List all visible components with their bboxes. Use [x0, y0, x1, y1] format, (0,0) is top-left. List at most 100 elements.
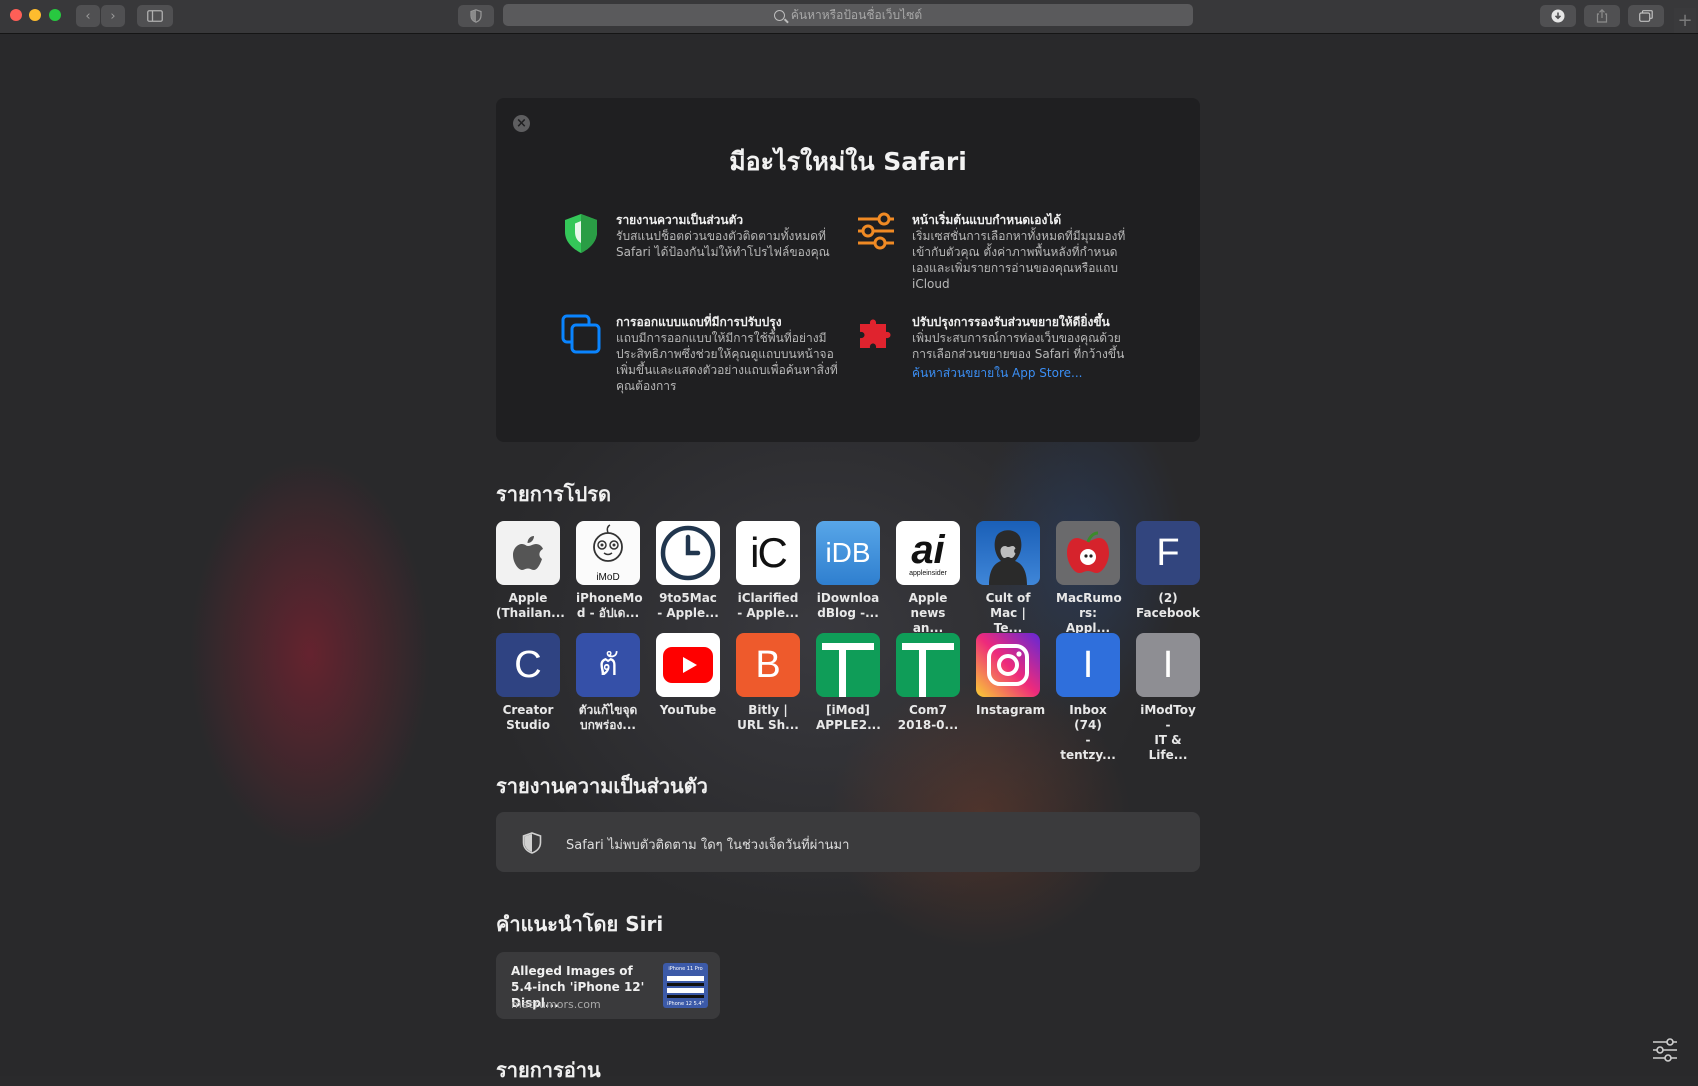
share-icon	[1596, 9, 1608, 23]
feature-body: เริ่มเซสชั่นการเลือกหาทั้งหมดที่มีมุมมอง…	[912, 229, 1126, 291]
favorite-tile	[816, 633, 880, 697]
favorite-tile: iDB	[816, 521, 880, 585]
minimize-window-button[interactable]	[29, 9, 41, 21]
favorite-item[interactable]: Com7 2018-0...	[896, 633, 960, 733]
favorite-item[interactable]: ai appleinsider Apple news an...	[896, 521, 960, 636]
svg-text:iMoD: iMoD	[596, 572, 619, 583]
youtube-logo-icon	[663, 647, 713, 683]
tabs-icon	[561, 314, 601, 354]
favorite-item[interactable]: IiModToy - IT & Life...	[1136, 633, 1200, 763]
appleinsider-wordmark: appleinsider	[909, 569, 947, 577]
sheets-icon	[822, 643, 874, 697]
close-icon: ×	[516, 116, 527, 131]
favorite-item[interactable]: Apple (Thailan...	[496, 521, 565, 621]
thumb-caption-bottom: iPhone 12 5.4"	[667, 1001, 704, 1007]
feature-heading: หน้าเริ่มต้นแบบกำหนดเองได้	[912, 213, 1062, 227]
favorite-label: iModToy - IT & Life...	[1140, 703, 1196, 762]
favorite-item[interactable]: B Bitly | URL Sh...	[736, 633, 800, 733]
favorite-label: iPhoneMo d - อัปเด...	[576, 591, 643, 620]
idb-logo-icon: iDB	[825, 537, 871, 568]
favorite-item[interactable]: iDB iDownloa dBlog -...	[816, 521, 880, 621]
instagram-logo-icon	[987, 644, 1029, 686]
feature-privacy-report: รายงานความเป็นส่วนตัว รับสแนปช็อตด่วนของ…	[565, 212, 856, 260]
customize-start-page-icon[interactable]	[1652, 1038, 1678, 1062]
sidebar-button[interactable]	[137, 5, 173, 27]
close-card-button[interactable]: ×	[513, 115, 530, 132]
favorite-item[interactable]: YouTube	[656, 633, 720, 718]
back-button[interactable]: ‹	[76, 5, 100, 27]
favorite-label: iClarified - Apple...	[737, 591, 799, 620]
address-bar[interactable]: ค้นหาหรือป้อนชื่อเว็บไซต์	[503, 4, 1193, 26]
search-icon	[773, 9, 785, 21]
reading-list-heading: รายการอ่าน	[496, 1058, 601, 1082]
thumb-caption-top: iPhone 11 Pro	[668, 966, 703, 972]
favorite-item[interactable]: iMoD iPhoneMo d - อัปเด...	[576, 521, 643, 621]
favorite-item[interactable]: 9to5Mac - Apple...	[656, 521, 720, 621]
zoom-window-button[interactable]	[49, 9, 61, 21]
privacy-report-button[interactable]	[458, 5, 494, 27]
feature-extensions: ปรับปรุงการรองรับส่วนขยายให้ดียิ่งขึ้น เ…	[860, 314, 1134, 381]
feature-body: เพิ่มประสบการณ์การท่องเว็บของคุณด้วยการเ…	[912, 331, 1125, 361]
favorite-tile: iC	[736, 521, 800, 585]
privacy-report-heading: รายงานความเป็นส่วนตัว	[496, 774, 708, 798]
favorite-label: MacRumo rs: Appl...	[1056, 591, 1122, 635]
feature-tab-design: การออกแบบแถบที่มีการปรับปรุง แถบมีการออก…	[561, 314, 842, 394]
letter-thai-icon: ตั	[598, 648, 618, 682]
clock-icon	[660, 525, 716, 581]
suggestion-url: macrumors.com	[511, 998, 601, 1011]
favorite-tile: iMoD	[576, 521, 640, 585]
tabs-overview-button[interactable]	[1628, 5, 1664, 27]
toolbar: ‹ › ค้นหาหรือป้อนชื่อเว็บไซต์ +	[0, 0, 1698, 34]
app-store-extensions-link[interactable]: ค้นหาส่วนขยายใน App Store...	[912, 366, 1082, 380]
favorite-item[interactable]: I Inbox (74) - tentzy...	[1056, 633, 1120, 763]
letter-f-icon: F	[1156, 531, 1180, 574]
favorite-item[interactable]: MacRumo rs: Appl...	[1056, 521, 1122, 636]
favorite-label: Cult of Mac | Te...	[985, 591, 1031, 635]
favorite-tile	[656, 633, 720, 697]
favorite-item[interactable]: iC iClarified - Apple...	[736, 521, 800, 621]
privacy-report-text: Safari ไม่พบตัวติดตาม ใดๆ ในช่วงเจ็ดวันท…	[566, 838, 850, 853]
favorite-item[interactable]: C Creator Studio	[496, 633, 560, 733]
favorite-item[interactable]: Cult of Mac | Te...	[976, 521, 1040, 636]
sheets-icon	[902, 643, 954, 697]
close-window-button[interactable]	[10, 9, 22, 21]
macrumors-logo-icon	[1067, 531, 1109, 573]
favorite-label: (2) Facebook	[1136, 591, 1200, 620]
favorite-tile: I	[1056, 633, 1120, 697]
favorite-tile: ai appleinsider	[896, 521, 960, 585]
privacy-shield-icon	[470, 9, 482, 23]
forward-icon: ›	[110, 8, 116, 24]
favorite-item[interactable]: ตั ตัวแก้ไขจุด บกพร่อง...	[576, 633, 640, 733]
forward-button[interactable]: ›	[101, 5, 125, 27]
favorite-tile	[896, 633, 960, 697]
favorite-label: 9to5Mac - Apple...	[657, 591, 719, 620]
favorite-label: Bitly | URL Sh...	[737, 703, 799, 732]
siri-suggestions-heading: คำแนะนำโดย Siri	[496, 912, 664, 936]
iclarified-logo-icon: iC	[750, 529, 788, 576]
new-tab-button[interactable]: +	[1674, 8, 1696, 33]
feature-custom-start-page: หน้าเริ่มต้นแบบกำหนดเองได้ เริ่มเซสชั่นก…	[858, 212, 1134, 292]
cultofmac-logo-icon	[989, 530, 1027, 585]
favorite-label: Apple news an...	[908, 591, 948, 635]
favorite-label: [iMod] APPLE2...	[816, 703, 881, 732]
siri-suggestion-card[interactable]: Alleged Images of 5.4-inch 'iPhone 12' D…	[496, 952, 720, 1019]
favorite-item[interactable]: Instagram	[976, 633, 1046, 718]
favorite-tile: ตั	[576, 633, 640, 697]
favorite-item[interactable]: F (2) Facebook	[1136, 521, 1200, 621]
favorite-tile	[976, 633, 1040, 697]
appleinsider-logo-icon: ai	[911, 527, 945, 572]
feature-heading: ปรับปรุงการรองรับส่วนขยายให้ดียิ่งขึ้น	[912, 315, 1110, 329]
letter-i-icon: I	[1082, 643, 1094, 686]
letter-c-icon: C	[514, 643, 542, 686]
favorite-label: Com7 2018-0...	[897, 703, 959, 732]
shield-icon	[565, 214, 597, 253]
downloads-button[interactable]	[1540, 5, 1576, 27]
suggestion-thumbnail: iPhone 11 Pro iPhone 12 5.4"	[663, 963, 708, 1008]
favorite-label: Instagram	[976, 703, 1046, 717]
privacy-report-box[interactable]: Safari ไม่พบตัวติดตาม ใดๆ ในช่วงเจ็ดวันท…	[496, 812, 1200, 872]
favorite-tile	[1056, 521, 1120, 585]
favorite-item[interactable]: [iMod] APPLE2...	[816, 633, 881, 733]
favorite-tile	[656, 521, 720, 585]
whats-new-title: มีอะไรใหม่ใน Safari	[729, 147, 967, 176]
share-button[interactable]	[1584, 5, 1620, 27]
